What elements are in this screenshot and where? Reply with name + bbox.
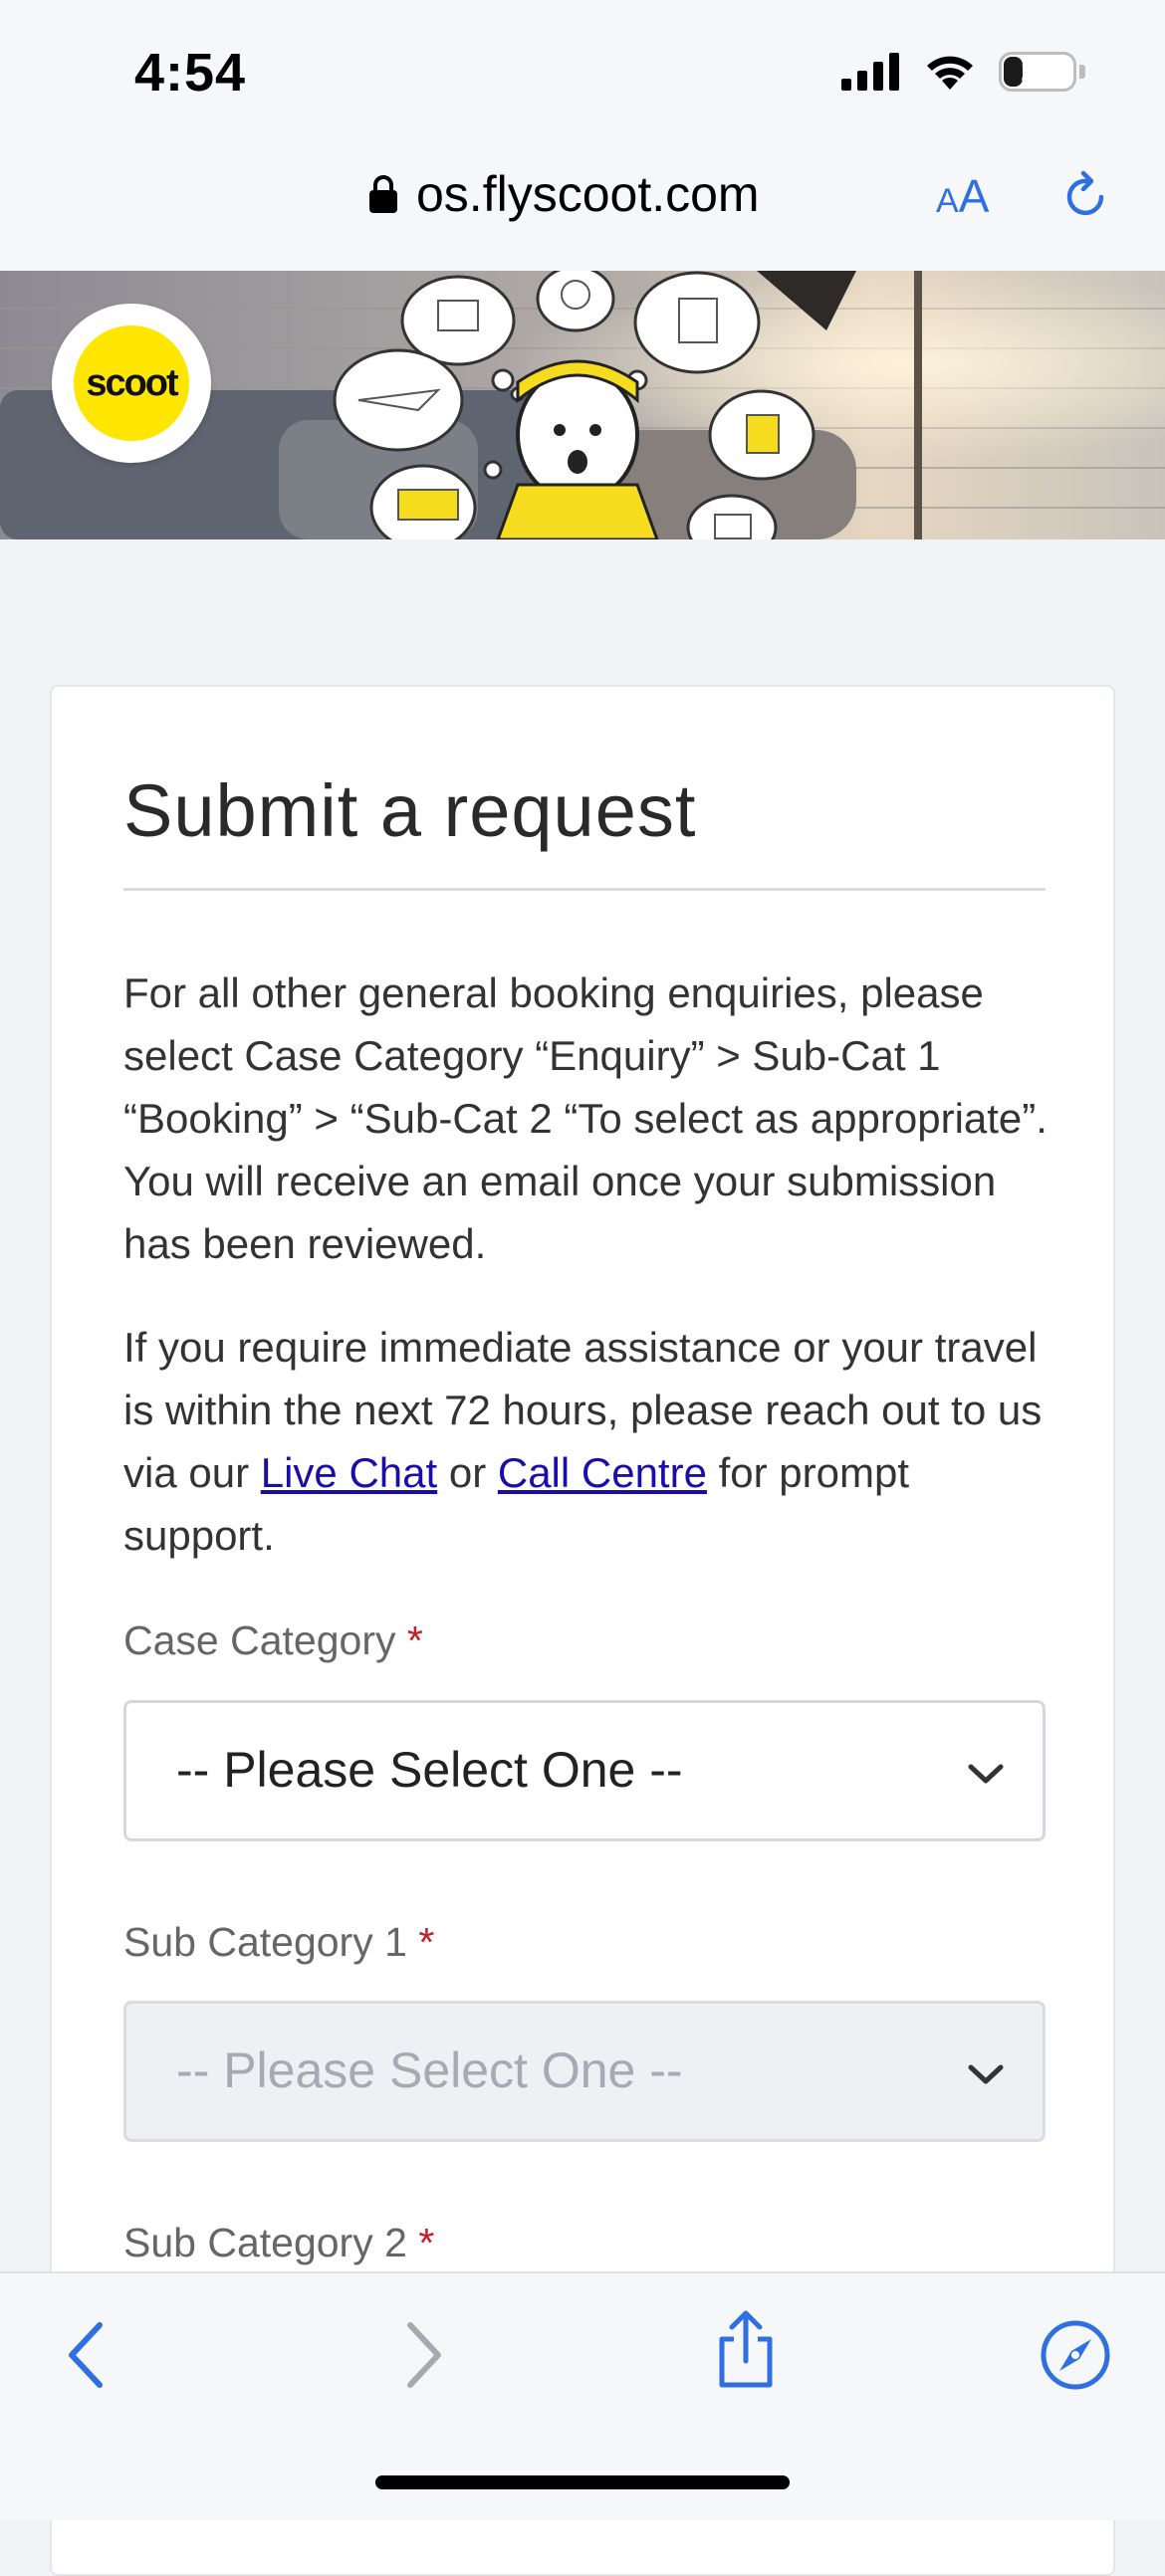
- required-marker: *: [418, 2220, 435, 2265]
- status-icons: 27: [841, 52, 1085, 92]
- sub-category-2-label-text: Sub Category 2: [123, 2220, 407, 2265]
- live-chat-link[interactable]: Live Chat: [261, 1449, 437, 1496]
- assistance-text-2: or: [437, 1449, 498, 1496]
- address-bar[interactable]: os.flyscoot.com AA: [0, 139, 1165, 271]
- compass-icon[interactable]: [1036, 2315, 1115, 2395]
- case-category-label-text: Case Category: [123, 1617, 396, 1663]
- battery-cap: [1079, 65, 1085, 79]
- title-divider: [123, 888, 1046, 891]
- status-bar: 4:54 27: [0, 0, 1165, 139]
- share-icon[interactable]: [706, 2309, 786, 2389]
- sub-category-1-label-text: Sub Category 1: [123, 1919, 407, 1965]
- text-size-small-glyph: A: [936, 182, 959, 220]
- assistance-paragraph: If you require immediate assistance or y…: [123, 1316, 1059, 1567]
- reload-icon[interactable]: [1057, 169, 1113, 225]
- chevron-down-icon: [968, 1764, 1004, 1784]
- case-category-label: Case Category *: [123, 1617, 423, 1664]
- url-field[interactable]: os.flyscoot.com: [368, 165, 760, 223]
- sub-category-1-label: Sub Category 1 *: [123, 1919, 434, 1966]
- intro-paragraph: For all other general booking enquiries,…: [123, 969, 1048, 1267]
- text-size-button[interactable]: AA: [936, 169, 989, 223]
- call-centre-link[interactable]: Call Centre: [498, 1449, 707, 1496]
- battery-level: 27: [1021, 55, 1054, 88]
- scoot-logo[interactable]: scoot: [52, 304, 211, 463]
- sub-category-1-select[interactable]: -- Please Select One --: [123, 2001, 1046, 2142]
- lock-icon: [369, 175, 397, 213]
- sub-category-1-value: -- Please Select One --: [176, 2042, 683, 2098]
- wifi-icon: [927, 56, 973, 90]
- url-text: os.flyscoot.com: [416, 166, 760, 222]
- back-icon[interactable]: [48, 2315, 127, 2395]
- page-title: Submit a request: [123, 769, 697, 852]
- sub-category-2-label: Sub Category 2 *: [123, 2220, 434, 2266]
- home-indicator: [375, 2475, 790, 2489]
- case-category-select[interactable]: -- Please Select One --: [123, 1700, 1046, 1841]
- required-marker: *: [418, 1919, 435, 1965]
- battery-icon: 27: [999, 52, 1076, 92]
- forward-icon[interactable]: [382, 2315, 462, 2395]
- case-category-value: -- Please Select One --: [176, 1742, 683, 1798]
- text-size-large-glyph: A: [958, 170, 990, 222]
- chevron-down-icon: [968, 2064, 1004, 2084]
- status-time: 4:54: [134, 43, 247, 103]
- scoot-logo-text: scoot: [74, 325, 189, 441]
- required-marker: *: [406, 1617, 423, 1663]
- cellular-signal-icon: [841, 53, 899, 91]
